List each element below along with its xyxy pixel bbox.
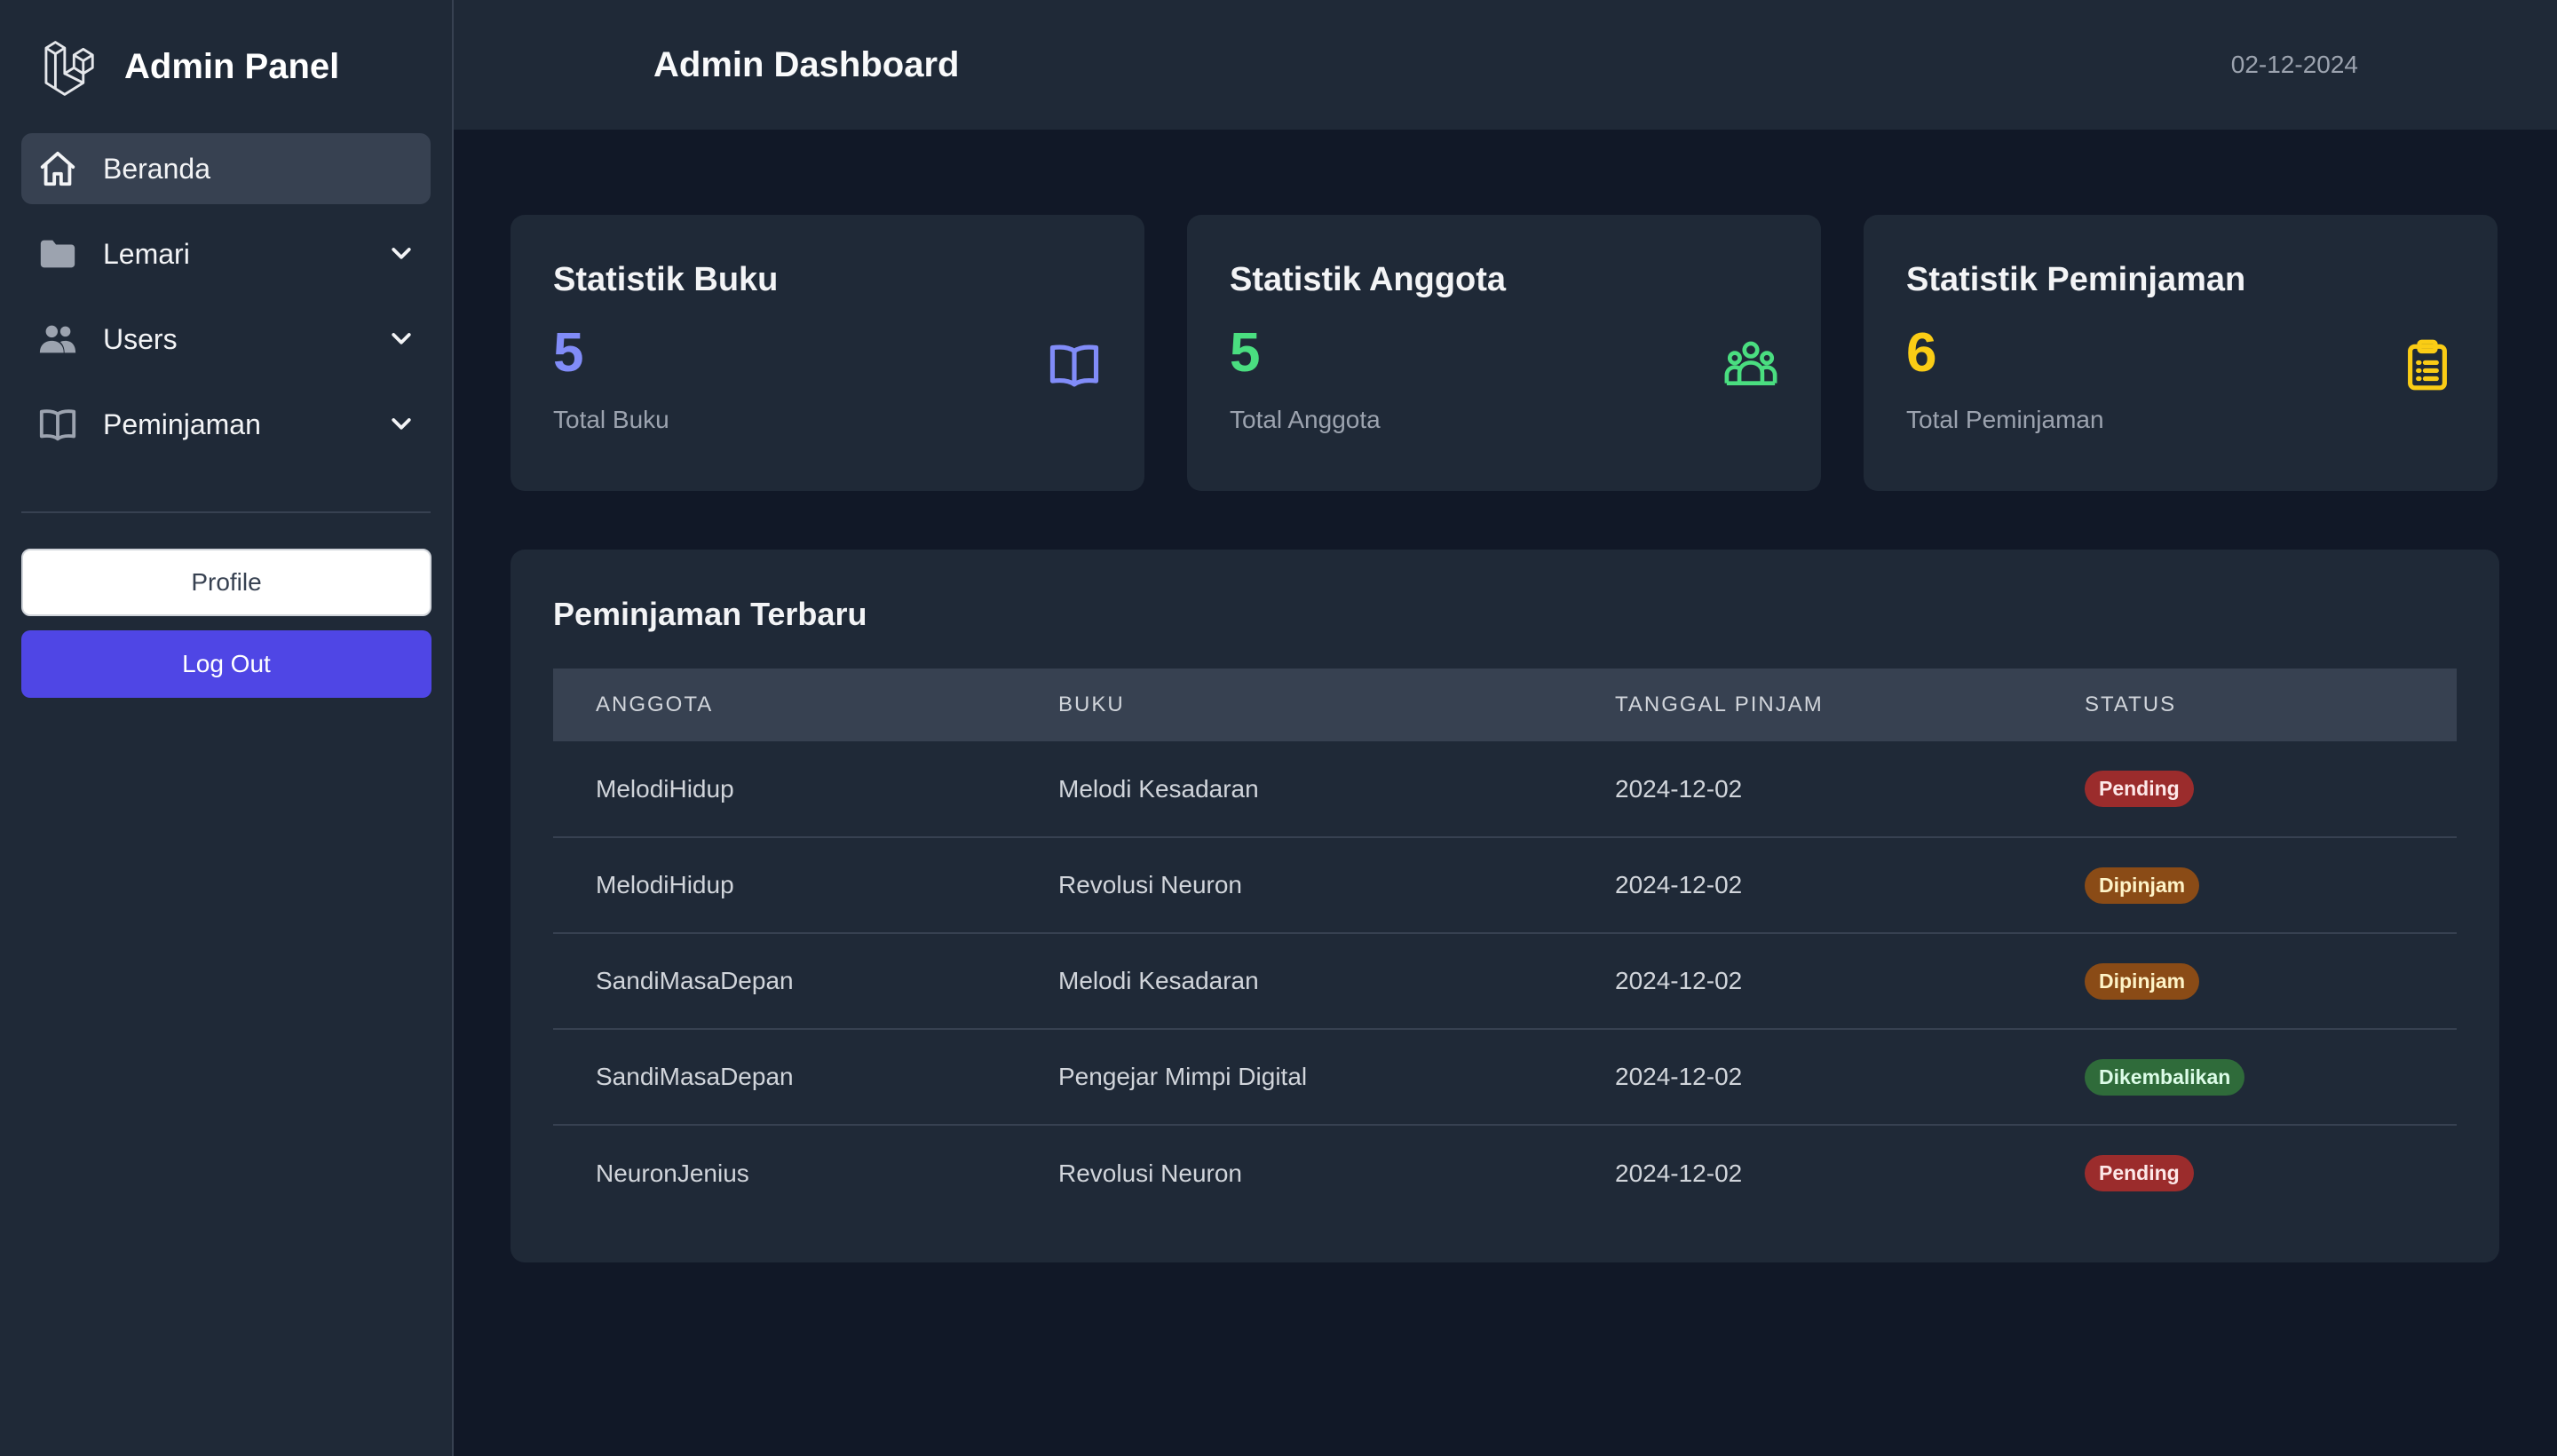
recent-loans-card: Peminjaman Terbaru ANGGOTA BUKU TANGGAL …	[511, 550, 2499, 1262]
cell-book: Pengejar Mimpi Digital	[1058, 1063, 1308, 1090]
cell-member: SandiMasaDepan	[596, 1063, 794, 1090]
cell-date: 2024-12-02	[1615, 774, 1743, 803]
column-header: TANGGAL PINJAM	[1615, 692, 1824, 716]
cell-member: NeuronJenius	[596, 1159, 749, 1187]
stat-value: 5	[553, 322, 584, 384]
cell-member: SandiMasaDepan	[596, 967, 794, 994]
stat-title: Statistik Anggota	[1230, 261, 1507, 298]
stat-title: Statistik Peminjaman	[1906, 261, 2246, 298]
sidebar-item-label: Users	[103, 322, 178, 355]
chevron-down-icon	[392, 248, 411, 259]
current-date: 02-12-2024	[2230, 51, 2358, 78]
laravel-logo-icon	[44, 41, 94, 96]
status-badge: Dikembalikan	[2085, 1058, 2245, 1096]
sidebar-item-lemari[interactable]: Lemari	[21, 218, 431, 289]
main-area: Admin Dashboard 02-12-2024 Statistik Buk…	[454, 0, 2557, 1456]
column-header: ANGGOTA	[596, 692, 714, 716]
stat-value: 5	[1230, 322, 1261, 384]
clipboard-list-icon	[2408, 339, 2447, 391]
brand-title: Admin Panel	[124, 46, 340, 86]
stat-value: 6	[1906, 322, 1937, 384]
status-badge: Pending	[2085, 1155, 2194, 1191]
cell-book: Melodi Kesadaran	[1058, 774, 1259, 803]
logout-button[interactable]: Log Out	[21, 630, 431, 698]
brand[interactable]: Admin Panel	[21, 0, 431, 133]
cell-book: Revolusi Neuron	[1058, 871, 1242, 898]
sidebar-item-beranda[interactable]: Beranda	[21, 133, 431, 204]
dashboard-content: Statistik Buku 5 Total Buku Statistik An…	[454, 130, 2557, 1262]
table-row: SandiMasaDepan Melodi Kesadaran 2024-12-…	[553, 933, 2457, 1029]
book-icon	[39, 409, 76, 441]
sidebar-item-peminjaman[interactable]: Peminjaman	[21, 389, 431, 460]
cell-date: 2024-12-02	[1615, 1159, 1743, 1187]
sidebar-item-label: Beranda	[103, 152, 210, 185]
chevron-down-icon	[392, 418, 411, 430]
cell-member: MelodiHidup	[596, 871, 734, 898]
column-header: STATUS	[2085, 692, 2177, 716]
table-row: MelodiHidup Revolusi Neuron 2024-12-02 D…	[553, 837, 2457, 933]
users-icon	[39, 325, 76, 353]
sidebar-divider	[21, 511, 431, 513]
cell-date: 2024-12-02	[1615, 1063, 1743, 1090]
stat-card-peminjaman: Statistik Peminjaman 6 Total Peminjaman	[1864, 215, 2498, 491]
section-title: Peminjaman Terbaru	[553, 596, 867, 632]
stat-card-buku: Statistik Buku 5 Total Buku	[511, 215, 1144, 491]
stats-row: Statistik Buku 5 Total Buku Statistik An…	[511, 215, 2500, 491]
sidebar-item-label: Lemari	[103, 237, 190, 270]
cell-date: 2024-12-02	[1615, 871, 1743, 898]
cell-member: MelodiHidup	[596, 774, 734, 803]
table-row: NeuronJenius Revolusi Neuron 2024-12-02 …	[553, 1125, 2457, 1221]
cell-date: 2024-12-02	[1615, 967, 1743, 994]
sidebar-item-users[interactable]: Users	[21, 304, 431, 375]
page-title: Admin Dashboard	[653, 44, 960, 84]
status-badge: Pending	[2085, 771, 2194, 807]
stat-title: Statistik Buku	[553, 261, 779, 298]
chevron-down-icon	[392, 333, 411, 344]
sidebar-item-label: Peminjaman	[103, 408, 261, 440]
stat-card-anggota: Statistik Anggota 5 Total Anggota	[1187, 215, 1821, 491]
folder-icon	[40, 240, 75, 268]
book-open-icon	[1049, 344, 1099, 387]
status-badge: Dipinjam	[2085, 866, 2200, 904]
status-badge: Dipinjam	[2085, 962, 2200, 1000]
home-icon	[40, 151, 75, 186]
sidebar: Admin Panel Beranda Lemari Users Peminja…	[0, 0, 454, 1456]
profile-button[interactable]: Profile	[21, 549, 431, 616]
user-group-icon	[1724, 341, 1777, 385]
stat-label: Total Anggota	[1230, 406, 1381, 433]
table-header-row: ANGGOTA BUKU TANGGAL PINJAM STATUS	[553, 669, 2457, 741]
cell-book: Revolusi Neuron	[1058, 1159, 1242, 1187]
table-row: SandiMasaDepan Pengejar Mimpi Digital 20…	[553, 1029, 2457, 1125]
topbar: Admin Dashboard 02-12-2024	[454, 0, 2557, 130]
cell-book: Melodi Kesadaran	[1058, 967, 1259, 994]
column-header: BUKU	[1058, 692, 1125, 716]
recent-loans-table: ANGGOTA BUKU TANGGAL PINJAM STATUS Melod…	[553, 669, 2457, 1221]
stat-label: Total Peminjaman	[1906, 406, 2104, 433]
table-row: MelodiHidup Melodi Kesadaran 2024-12-02 …	[553, 741, 2457, 837]
stat-label: Total Buku	[553, 406, 669, 433]
